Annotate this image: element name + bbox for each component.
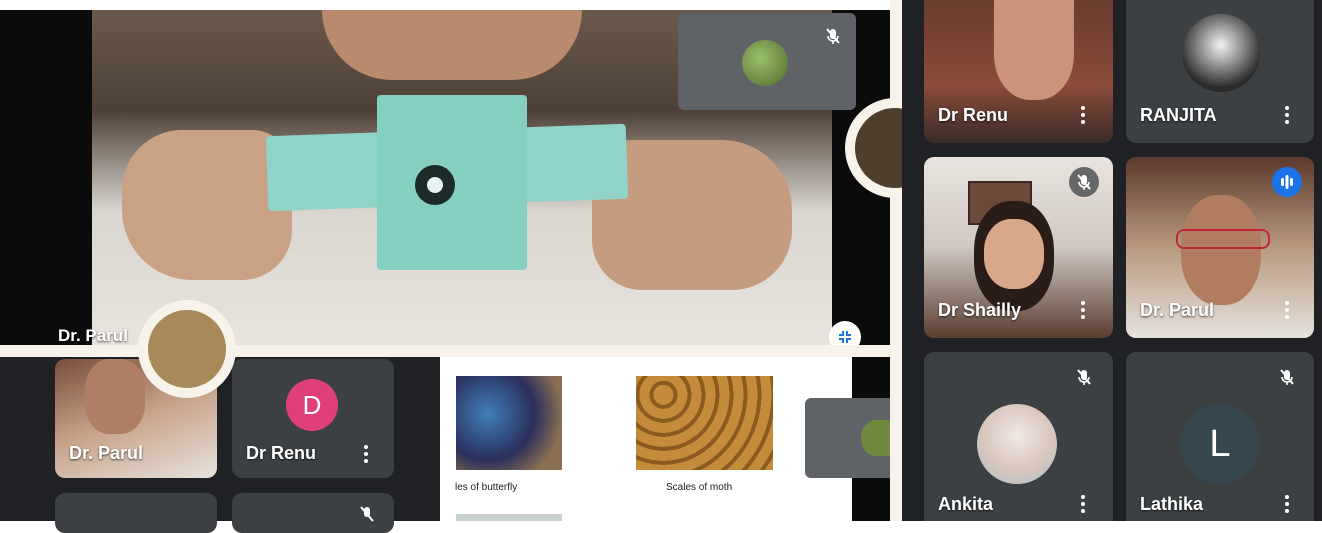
participant-name: RANJITA — [1140, 105, 1217, 125]
more-options-icon[interactable] — [363, 445, 369, 467]
participant-name: Lathika — [1140, 494, 1204, 514]
participant-name: Dr Shailly — [938, 300, 1022, 320]
slide-caption-left: les of butterfly — [455, 482, 518, 493]
grid-tile-dr-shailly[interactable]: Dr Shailly — [924, 157, 1113, 338]
butterfly-scales-image — [456, 376, 562, 470]
floating-bubble-bottom[interactable] — [138, 300, 236, 398]
grid-tile-ankita[interactable]: Ankita — [924, 352, 1113, 521]
participant-name: Dr Renu — [938, 105, 1009, 125]
avatar: L — [1180, 404, 1260, 484]
mic-off-icon — [1069, 167, 1099, 197]
participant-name: Ankita — [938, 494, 994, 514]
self-view-avatar — [742, 40, 788, 86]
filmstrip-tile-3[interactable] — [55, 493, 217, 533]
grid-tile-lathika[interactable]: L Lathika — [1126, 352, 1314, 521]
grid-tile-ranjita[interactable]: RANJITA — [1126, 0, 1314, 143]
filmstrip-tile-4[interactable] — [232, 493, 394, 533]
participant-grid: Dr Renu RANJITA Dr Shailly Dr. Parul Ank… — [902, 0, 1322, 521]
participant-name: Dr. Parul — [1140, 300, 1215, 320]
grid-tile-dr-parul[interactable]: Dr. Parul — [1126, 157, 1314, 338]
more-options-icon[interactable] — [1284, 106, 1290, 128]
mic-off-icon — [1069, 362, 1099, 392]
more-options-icon[interactable] — [1080, 495, 1086, 517]
slide-caption-right: Scales of moth — [666, 482, 733, 493]
avatar — [977, 404, 1057, 484]
moth-scales-image — [636, 376, 773, 470]
self-view-tile[interactable] — [678, 13, 856, 110]
avatar: D — [286, 379, 338, 431]
more-options-icon[interactable] — [1284, 301, 1290, 323]
paper-model — [265, 95, 629, 270]
more-options-icon[interactable] — [1080, 106, 1086, 128]
filmstrip-name: Dr Renu — [246, 443, 317, 463]
filmstrip-name: Dr. Parul — [69, 443, 144, 463]
more-options-icon[interactable] — [1284, 495, 1290, 517]
divider-horizontal — [0, 345, 890, 357]
filmstrip-tile-renu[interactable]: D Dr Renu — [232, 359, 394, 478]
mic-off-icon — [1272, 362, 1302, 392]
divider-vertical — [890, 0, 902, 521]
mic-off-icon — [818, 21, 848, 51]
avatar — [1182, 14, 1260, 92]
shared-slide: les of butterfly Scales of moth — [440, 357, 860, 521]
grid-tile-dr-renu[interactable]: Dr Renu — [924, 0, 1113, 143]
more-options-icon[interactable] — [1080, 301, 1086, 323]
slide-self-view-tile[interactable] — [805, 398, 890, 478]
speaking-indicator-icon — [1272, 167, 1302, 197]
main-speaker-name: Dr. Parul — [58, 326, 128, 345]
main-video[interactable]: Dr. Parul — [0, 10, 890, 353]
mic-off-icon — [352, 499, 382, 529]
